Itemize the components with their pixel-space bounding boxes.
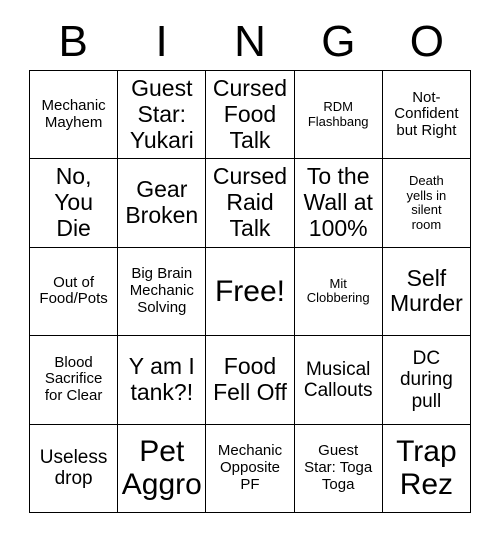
bingo-cell[interactable]: Useless drop	[30, 424, 119, 513]
bingo-cell[interactable]: Guest Star: Toga Toga	[294, 424, 383, 513]
bingo-cell[interactable]: Mechanic Mayhem	[30, 71, 119, 160]
bingo-cell-label: Death yells in silent room	[406, 173, 447, 232]
bingo-cell-label: Blood Sacrifice for Clear	[44, 353, 103, 405]
bingo-cell-label: Mechanic Mayhem	[41, 96, 106, 131]
bingo-cell[interactable]: To the Wall at 100%	[294, 159, 383, 248]
bingo-cell[interactable]: DC during pull	[382, 336, 471, 425]
header-letter-b: B	[58, 17, 88, 66]
bingo-cell-label: Out of Food/Pots	[39, 273, 108, 308]
bingo-header-row: B I N G O	[29, 14, 471, 70]
header-letter-g: G	[321, 17, 356, 66]
bingo-grid: Mechanic Mayhem Guest Star: Yukari Curse…	[29, 70, 471, 513]
bingo-cell[interactable]: Death yells in silent room	[382, 159, 471, 248]
bingo-cell-label: Mit Clobbering	[306, 275, 370, 306]
bingo-cell[interactable]: Guest Star: Yukari	[118, 71, 207, 160]
bingo-cell[interactable]: No, You Die	[30, 159, 119, 248]
bingo-cell[interactable]: Blood Sacrifice for Clear	[30, 336, 119, 425]
bingo-cell[interactable]: Pet Aggro	[118, 424, 207, 513]
bingo-cell-label: DC during pull	[399, 347, 453, 412]
header-letter-o: O	[409, 17, 444, 66]
bingo-cell[interactable]: Self Murder	[382, 247, 471, 337]
bingo-cell-label: No, You Die	[54, 163, 93, 241]
bingo-cell-label: Food Fell Off	[213, 353, 287, 405]
bingo-cell-free[interactable]: Free!	[206, 247, 295, 337]
bingo-cell-label: Guest Star: Yukari	[129, 75, 194, 153]
bingo-cell[interactable]: RDM Flashbang	[294, 71, 383, 160]
bingo-cell[interactable]: Gear Broken	[118, 159, 207, 248]
bingo-cell-label: Guest Star: Toga Toga	[304, 442, 373, 493]
bingo-cell-label: Mechanic Opposite PF	[217, 442, 283, 493]
bingo-cell-label: Musical Callouts	[303, 358, 373, 401]
bingo-cell[interactable]: Trap Rez	[382, 424, 471, 513]
bingo-cell[interactable]: Mit Clobbering	[294, 247, 383, 337]
bingo-cell-label: Not- Confident but Right	[394, 88, 459, 140]
bingo-cell-label: Trap Rez	[396, 434, 457, 502]
header-letter-i: I	[155, 17, 168, 66]
bingo-cell[interactable]: Not- Confident but Right	[382, 71, 471, 160]
bingo-cell-label: Gear Broken	[125, 176, 199, 229]
bingo-cell-label: RDM Flashbang	[307, 99, 369, 129]
bingo-cell[interactable]: Mechanic Opposite PF	[206, 424, 295, 513]
header-letter-n: N	[234, 17, 266, 66]
bingo-cell[interactable]: Cursed Raid Talk	[206, 159, 295, 248]
bingo-cell-label: Cursed Raid Talk	[212, 163, 288, 241]
bingo-cell-label: Free!	[214, 274, 285, 308]
bingo-cell-label: Y am I tank?!	[128, 353, 195, 405]
bingo-cell-label: To the Wall at 100%	[303, 163, 373, 241]
bingo-cell-label: Pet Aggro	[121, 434, 202, 502]
bingo-cell[interactable]: Food Fell Off	[206, 336, 295, 425]
bingo-cell[interactable]: Big Brain Mechanic Solving	[118, 247, 207, 337]
bingo-cell-label: Self Murder	[389, 264, 463, 317]
bingo-cell[interactable]: Musical Callouts	[294, 336, 383, 425]
bingo-cell-label: Cursed Food Talk	[212, 75, 288, 153]
bingo-cell-label: Useless drop	[39, 447, 108, 490]
bingo-cell-label: Big Brain Mechanic Solving	[129, 265, 194, 316]
bingo-card: B I N G O Mechanic Mayhem Guest Star: Yu…	[0, 0, 500, 544]
bingo-cell[interactable]: Y am I tank?!	[118, 336, 207, 425]
bingo-cell[interactable]: Cursed Food Talk	[206, 71, 295, 160]
bingo-cell[interactable]: Out of Food/Pots	[30, 247, 119, 337]
